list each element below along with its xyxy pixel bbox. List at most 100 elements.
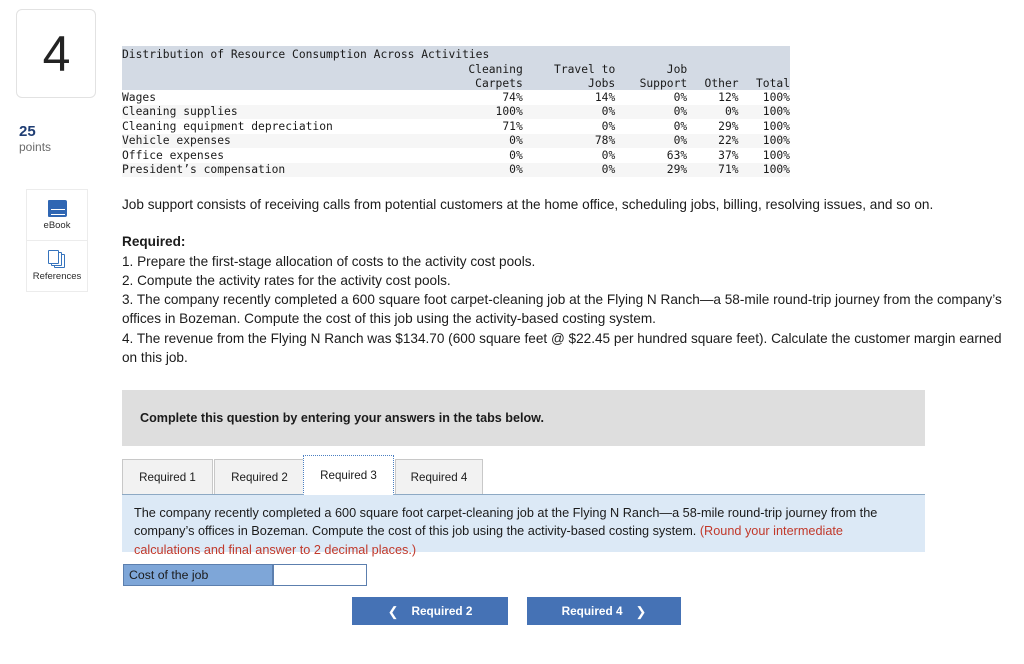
question-number: 4: [42, 25, 71, 82]
cell-cleaning-carpets: 0%: [440, 162, 523, 177]
tool-button-group: eBook References: [26, 189, 88, 292]
table-header-total: Total: [738, 76, 790, 90]
table-row: Vehicle expenses 0% 78% 0% 22% 100%: [122, 133, 790, 148]
resource-consumption-table: Distribution of Resource Consumption Acr…: [122, 46, 790, 177]
points-display: 25 points: [19, 123, 52, 154]
table-header-row-2: Carpets Jobs Support Other Total: [122, 76, 790, 90]
question-sidebar: 4 25 points eBook References: [0, 0, 120, 664]
tab-required-4[interactable]: Required 4: [395, 459, 483, 495]
tab-required-2-label: Required 2: [231, 470, 288, 484]
answer-prompt-text: The company recently completed a 600 squ…: [134, 504, 911, 559]
question-body: Job support consists of receiving calls …: [122, 195, 1002, 367]
requirement-tabs: Required 1 Required 2 Required 3 Require…: [122, 455, 925, 495]
cell-total: 100%: [738, 104, 790, 119]
cell-cleaning-carpets: 0%: [440, 133, 523, 148]
row-label: Cleaning supplies: [122, 104, 441, 119]
previous-requirement-button[interactable]: ❮ Required 2: [352, 597, 508, 625]
cell-cleaning-carpets: 71%: [440, 119, 523, 134]
tab-required-2[interactable]: Required 2: [214, 459, 305, 495]
table-title-row: Distribution of Resource Consumption Acr…: [122, 46, 790, 62]
table-header-job-support-l1: Job: [615, 62, 688, 76]
table-header-blank-2: [122, 76, 441, 90]
points-label: points: [19, 139, 52, 154]
table-title: Distribution of Resource Consumption Acr…: [122, 46, 790, 62]
chevron-left-icon: ❮: [387, 603, 399, 619]
cell-cleaning-carpets: 0%: [440, 148, 523, 163]
answer-prompt-panel: The company recently completed a 600 squ…: [122, 494, 925, 557]
cell-travel-to-jobs: 0%: [522, 119, 616, 134]
table-header-cleaning-carpets: Carpets: [440, 76, 523, 90]
ebook-icon: [47, 199, 67, 217]
intro-paragraph: Job support consists of receiving calls …: [122, 197, 934, 212]
table-header-travel-to-jobs-l1: Travel to: [522, 62, 616, 76]
requirement-4: 4. The revenue from the Flying N Ranch w…: [122, 330, 1002, 366]
complete-question-text: Complete this question by entering your …: [140, 411, 544, 425]
question-number-box: 4: [16, 9, 96, 98]
references-button-label: References: [32, 271, 82, 282]
cost-of-the-job-label: Cost of the job: [123, 564, 273, 586]
requirement-2: 2. Compute the activity rates for the ac…: [122, 272, 451, 288]
table-header-other-l1: [687, 62, 739, 76]
cell-job-support: 0%: [615, 104, 688, 119]
next-requirement-label: Required 4: [561, 604, 623, 618]
table-row: Office expenses 0% 0% 63% 37% 100%: [122, 148, 790, 163]
row-label: Cleaning equipment depreciation: [122, 119, 441, 134]
row-label: President’s compensation: [122, 162, 441, 177]
answer-input-row: Cost of the job: [123, 564, 367, 586]
cell-other: 37%: [687, 148, 739, 163]
cell-cleaning-carpets: 100%: [440, 104, 523, 119]
ebook-button-label: eBook: [43, 219, 71, 231]
cell-travel-to-jobs: 14%: [522, 90, 616, 105]
table-row: President’s compensation 0% 0% 29% 71% 1…: [122, 162, 790, 177]
row-label: Wages: [122, 90, 441, 105]
cell-travel-to-jobs: 0%: [522, 162, 616, 177]
cell-other: 29%: [687, 119, 739, 134]
cell-job-support: 29%: [615, 162, 688, 177]
cell-job-support: 63%: [615, 148, 688, 163]
cell-job-support: 0%: [615, 133, 688, 148]
cell-cleaning-carpets: 74%: [440, 90, 523, 105]
row-label: Vehicle expenses: [122, 133, 441, 148]
table-row: Wages 74% 14% 0% 12% 100%: [122, 90, 790, 105]
table-header-cleaning-carpets-l1: Cleaning: [440, 62, 523, 76]
cell-other: 12%: [687, 90, 739, 105]
table-header-job-support: Support: [615, 76, 688, 90]
references-icon: [47, 250, 67, 268]
requirement-1: 1. Prepare the first-stage allocation of…: [122, 253, 536, 269]
tab-required-3-label: Required 3: [320, 468, 377, 482]
table-header-blank-1: [122, 62, 441, 76]
cell-total: 100%: [738, 119, 790, 134]
cell-travel-to-jobs: 78%: [522, 133, 616, 148]
ebook-button[interactable]: eBook: [27, 190, 87, 240]
tab-required-1-label: Required 1: [139, 470, 196, 484]
cell-job-support: 0%: [615, 90, 688, 105]
cell-other: 71%: [687, 162, 739, 177]
cell-total: 100%: [738, 162, 790, 177]
cell-other: 22%: [687, 133, 739, 148]
requirement-3: 3. The company recently completed a 600 …: [122, 292, 1002, 327]
tab-required-1[interactable]: Required 1: [122, 459, 213, 495]
cell-job-support: 0%: [615, 119, 688, 134]
table-row: Cleaning equipment depreciation 71% 0% 0…: [122, 119, 790, 134]
chevron-right-icon: ❯: [635, 603, 647, 619]
cell-total: 100%: [738, 148, 790, 163]
tab-required-3[interactable]: Required 3: [303, 455, 394, 495]
points-value: 25: [19, 123, 36, 140]
cell-other: 0%: [687, 104, 739, 119]
complete-question-banner: Complete this question by entering your …: [122, 390, 925, 446]
table-header-other: Other: [687, 76, 739, 90]
cost-of-the-job-input[interactable]: [273, 564, 367, 586]
table-row: Cleaning supplies 100% 0% 0% 0% 100%: [122, 104, 790, 119]
table-header-row-1: Cleaning Travel to Job: [122, 62, 790, 76]
cell-travel-to-jobs: 0%: [522, 148, 616, 163]
cell-total: 100%: [738, 133, 790, 148]
required-heading: Required:: [122, 234, 186, 250]
tab-required-4-label: Required 4: [410, 470, 468, 484]
row-label: Office expenses: [122, 148, 441, 163]
table-header-travel-to-jobs: Jobs: [522, 76, 616, 90]
next-requirement-button[interactable]: Required 4 ❯: [527, 597, 681, 625]
cell-total: 100%: [738, 90, 790, 105]
previous-requirement-label: Required 2: [411, 604, 473, 618]
cell-travel-to-jobs: 0%: [522, 104, 616, 119]
references-button[interactable]: References: [27, 240, 87, 291]
